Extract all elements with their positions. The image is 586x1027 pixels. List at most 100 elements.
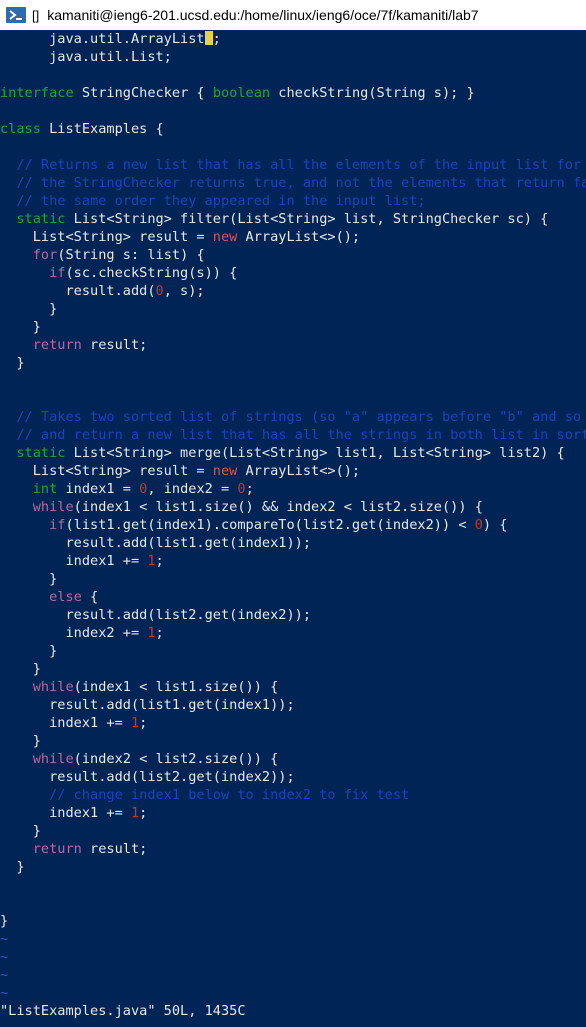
code-line: } <box>0 642 57 660</box>
code-token: boolean <box>212 85 271 101</box>
code-line: // the StringChecker returns true, and n… <box>0 174 586 192</box>
code-token: // the same order they appeared in the i… <box>0 193 426 209</box>
code-token: result.add(list1.get(index1)); <box>0 535 311 551</box>
powershell-icon[interactable] <box>6 7 26 23</box>
window-title: kamaniti@ieng6-201.ucsd.edu:/home/linux/… <box>47 7 479 23</box>
code-line: java.util.ArrayList; <box>0 30 221 48</box>
code-token: class <box>0 121 41 137</box>
code-line: // the same order they appeared in the i… <box>0 192 426 210</box>
code-token: ~ <box>0 931 9 947</box>
code-line: ~ <box>0 984 8 1000</box>
vim-status-line: "ListExamples.java" 50L, 1435C <box>0 1003 246 1019</box>
code-line: // and return a new list that has all th… <box>0 426 586 444</box>
code-token: // the StringChecker returns true, and n… <box>0 175 586 191</box>
code-line: while(index2 < list2.size()) { <box>0 750 279 768</box>
code-token: ; <box>245 481 254 497</box>
code-line: class ListExamples { <box>0 120 164 138</box>
code-token: 1 <box>147 553 156 569</box>
code-line: // Returns a new list that has all the e… <box>0 156 586 174</box>
code-line: static List<String> filter(List<String> … <box>0 210 548 228</box>
code-line: if(list1.get(index1).compareTo(list2.get… <box>0 516 507 534</box>
code-token: new <box>212 229 238 245</box>
code-token: 0 <box>237 481 246 497</box>
code-token: ; <box>212 31 221 47</box>
code-token: ) { <box>482 517 508 533</box>
code-token: (index1 < list1.size() && index2 < list2… <box>73 499 483 515</box>
code-line: // Takes two sorted list of strings (so … <box>0 408 586 426</box>
code-token: List<String> result = <box>0 463 213 479</box>
code-token: index2 += <box>0 625 148 641</box>
code-line: } <box>0 858 24 876</box>
code-token: ; <box>155 625 164 641</box>
code-token: 1 <box>130 805 140 821</box>
code-token: ; <box>139 805 148 821</box>
code-line: if(sc.checkString(s)) { <box>0 264 237 282</box>
code-line: return result; <box>0 336 148 354</box>
code-line: else { <box>0 588 98 606</box>
code-token: ~ <box>0 949 9 965</box>
code-token: index1 += <box>0 715 131 731</box>
code-line: } <box>0 822 41 840</box>
code-token: java.util.List; <box>0 49 172 65</box>
code-line: } <box>0 354 25 372</box>
code-token: if <box>49 517 66 533</box>
code-token: { <box>81 589 99 605</box>
code-token: for <box>32 247 58 263</box>
code-token: result.add(list2.get(index2)); <box>0 607 311 623</box>
code-line: result.add(list1.get(index1)); <box>0 696 295 714</box>
code-line: } <box>0 570 57 588</box>
code-token: static <box>16 211 66 227</box>
code-line: int index1 = 0, index2 = 0; <box>0 480 254 498</box>
code-line: ~ <box>0 930 8 948</box>
code-line: ~ <box>0 948 8 966</box>
code-line: while(index1 < list1.size() && index2 < … <box>0 498 483 516</box>
code-line: List<String> result = new ArrayList<>(); <box>0 462 360 480</box>
code-token: } <box>0 661 41 677</box>
text-cursor <box>204 31 213 45</box>
code-token: } <box>0 823 41 839</box>
code-token: ArrayList<>(); <box>237 229 361 245</box>
code-token: result; <box>81 841 148 857</box>
code-token: index1 += <box>0 553 148 569</box>
code-token: (list1.get(index1).compareTo(list2.get(i… <box>65 517 475 533</box>
code-token: ~ <box>0 967 9 983</box>
code-token: return <box>32 337 82 353</box>
code-line: result.add(list2.get(index2)); <box>0 606 311 624</box>
code-token: 1 <box>147 625 156 641</box>
window-titlebar: [] kamaniti@ieng6-201.ucsd.edu:/home/lin… <box>0 0 586 30</box>
code-token: List<String> merge(List<String> list1, L… <box>65 445 565 461</box>
code-token: } <box>0 733 41 749</box>
code-line: } <box>0 660 41 678</box>
code-token: return <box>32 841 82 857</box>
code-token: index1 = <box>57 481 140 497</box>
code-line: } <box>0 732 41 750</box>
code-token: // and return a new list that has all th… <box>0 427 586 443</box>
code-token: while <box>32 751 74 767</box>
code-line: index1 += 1; <box>0 804 147 822</box>
code-token: // Returns a new list that has all the e… <box>0 157 586 173</box>
code-token: checkString(String s); } <box>270 85 475 101</box>
vim-editor[interactable]: java.util.ArrayList; java.util.List; int e… <box>0 30 586 1000</box>
code-token: (index2 < list2.size()) { <box>73 751 279 767</box>
code-token: java.util.ArrayList <box>0 31 205 47</box>
code-token: else <box>49 589 82 605</box>
code-token: new <box>212 463 238 479</box>
code-token: index1 += <box>0 805 131 821</box>
code-line: java.util.List; <box>0 48 172 66</box>
code-token: result.add(list2.get(index2)); <box>0 769 295 785</box>
code-line: } <box>0 912 8 930</box>
code-token: ListExamples { <box>40 121 164 137</box>
code-token: (String s: list) { <box>57 247 205 263</box>
code-token: } <box>0 355 25 371</box>
code-token: int <box>32 481 58 497</box>
code-line: result.add(list2.get(index2)); <box>0 768 295 786</box>
window-bracket: [] <box>32 7 40 23</box>
code-token: while <box>32 499 74 515</box>
